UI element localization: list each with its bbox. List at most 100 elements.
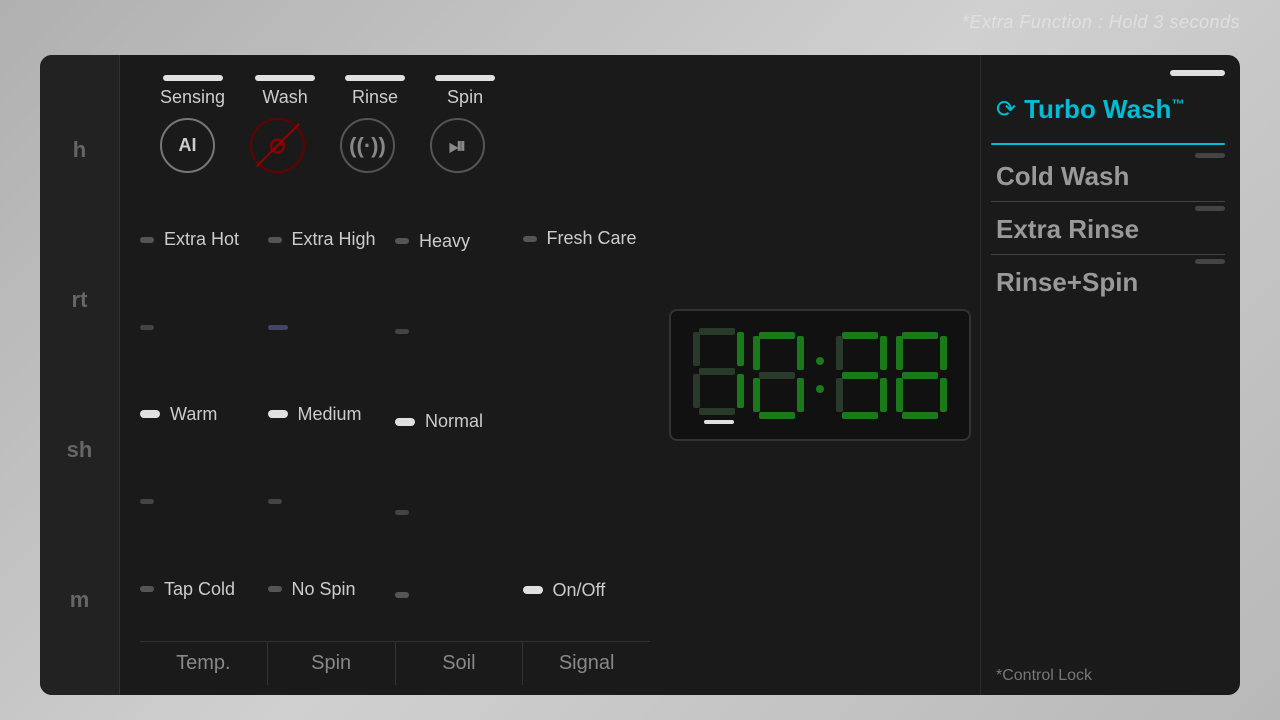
d2-seg-top <box>759 332 795 339</box>
normal-dot <box>395 418 415 426</box>
heavy-label: Heavy <box>419 231 470 252</box>
ai-button[interactable]: AI <box>160 118 215 173</box>
spin-no-spin[interactable]: No Spin <box>268 575 396 604</box>
soil-column: Heavy Normal <box>395 188 523 641</box>
pause-button[interactable]: ⏯ <box>430 118 485 173</box>
soil-normal[interactable]: Normal <box>395 407 523 436</box>
d2-seg-mid <box>759 372 795 379</box>
cold-wash-option[interactable]: Cold Wash <box>991 153 1225 192</box>
turbo-wash-label: Turbo Wash™ <box>1024 94 1184 125</box>
pause-icon: ⏯ <box>449 133 467 159</box>
left-crop-rt: rt <box>72 287 88 313</box>
heavy-dot <box>395 238 409 244</box>
warm-dot <box>140 410 160 418</box>
signal-empty <box>523 394 651 434</box>
digital-display <box>669 309 971 441</box>
outer-frame: *Extra Function : Hold 3 seconds h rt sh… <box>0 0 1280 720</box>
d3-seg-top <box>842 332 878 339</box>
no-steam-button[interactable]: ⊘ <box>250 118 305 173</box>
signal-bottom-label[interactable]: Signal <box>523 642 650 685</box>
extra-rinse-option[interactable]: Extra Rinse <box>991 206 1225 245</box>
on-off-label: On/Off <box>553 580 606 601</box>
top-right-indicator <box>1170 70 1225 76</box>
right-panel: ⟳ Turbo Wash™ Cold Wash <box>980 55 1240 695</box>
d4-seg-bl <box>896 378 903 412</box>
wash-bar <box>255 75 315 81</box>
spin-extra-high[interactable]: Extra High <box>268 225 396 254</box>
control-panel: h rt sh m Sensing Wash <box>40 55 1240 695</box>
d4-seg-mid <box>902 372 938 379</box>
cold-wash-top <box>991 153 1225 158</box>
soil-heavy[interactable]: Heavy <box>395 227 523 256</box>
d1-seg-tl <box>693 332 700 366</box>
icons-row: AI ⊘ ((·)) ⏯ <box>140 118 650 173</box>
medium-dot <box>268 410 288 418</box>
turbo-wash-section[interactable]: ⟳ Turbo Wash™ <box>991 84 1225 135</box>
d4-seg-tr <box>940 336 947 370</box>
d1-seg-mid <box>699 368 735 375</box>
cold-wash-label: Cold Wash <box>991 161 1225 192</box>
temp-column: Extra Hot Warm Tap Cold <box>140 188 268 641</box>
control-lock-note: *Control Lock <box>991 664 1097 687</box>
extra-rinse-indicator <box>1195 206 1225 211</box>
stage-indicators: Sensing Wash Rinse Spin <box>140 75 650 108</box>
temp-extra-hot[interactable]: Extra Hot <box>140 225 268 254</box>
soil-spacer-1 <box>395 329 409 334</box>
digital-display-section <box>660 55 980 695</box>
signal-on-off[interactable]: On/Off <box>523 576 651 605</box>
signal-fresh-care[interactable]: Fresh Care <box>523 224 651 253</box>
temp-warm[interactable]: Warm <box>140 400 268 429</box>
spin-bar <box>435 75 495 81</box>
d3-seg-mid <box>842 372 878 379</box>
left-crop-h: h <box>73 137 86 163</box>
soil-light[interactable] <box>395 588 523 602</box>
rinse-bar <box>345 75 405 81</box>
wifi-button[interactable]: ((·)) <box>340 118 395 173</box>
temp-tap-cold[interactable]: Tap Cold <box>140 575 268 604</box>
controls-section: Sensing Wash Rinse Spin <box>120 55 660 695</box>
colon-bot-dot <box>816 385 824 393</box>
d1-seg-bl <box>693 374 700 408</box>
fresh-care-dot <box>523 236 537 242</box>
soil-bottom-label[interactable]: Soil <box>396 642 524 685</box>
options-grid: Extra Hot Warm Tap Cold <box>140 188 650 641</box>
d2-seg-tr <box>797 336 804 370</box>
rinse-spin-indicator <box>1195 259 1225 264</box>
no-steam-slash <box>256 123 300 167</box>
stage-wash: Wash <box>255 75 315 108</box>
rinse-spin-option[interactable]: Rinse+Spin <box>991 259 1225 298</box>
rinse-spin-label: Rinse+Spin <box>991 267 1225 298</box>
spin-spacer-2 <box>268 499 282 504</box>
spin-label: Spin <box>447 87 483 108</box>
left-edge-panel: h rt sh m <box>40 55 120 695</box>
top-right-bar <box>991 70 1225 76</box>
spin-medium[interactable]: Medium <box>268 400 396 429</box>
digit-1-underscore <box>704 420 734 424</box>
d2-seg-bl <box>753 378 760 412</box>
colon-top-dot <box>816 357 824 365</box>
extra-hot-label: Extra Hot <box>164 229 239 250</box>
spin-spacer-1 <box>268 325 288 330</box>
d4-seg-br <box>940 378 947 412</box>
fresh-care-label: Fresh Care <box>547 228 637 249</box>
left-crop-m: m <box>70 587 90 613</box>
digit-1-wrapper <box>691 326 746 424</box>
spin-bottom-label[interactable]: Spin <box>268 642 396 685</box>
cold-wash-indicator <box>1195 153 1225 158</box>
d3-seg-tl <box>836 336 843 370</box>
cold-wash-divider <box>991 201 1225 202</box>
extra-rinse-label: Extra Rinse <box>991 214 1225 245</box>
left-crop-sh: sh <box>67 437 93 463</box>
temp-label[interactable]: Temp. <box>140 642 268 685</box>
warm-label: Warm <box>170 404 217 425</box>
temp-spacer-2 <box>140 499 154 504</box>
normal-label: Normal <box>425 411 483 432</box>
medium-label: Medium <box>298 404 362 425</box>
digit-4-wrapper <box>894 330 949 420</box>
no-spin-dot <box>268 586 282 592</box>
d1-seg-top <box>699 328 735 335</box>
digit-1 <box>691 326 746 416</box>
main-content: Sensing Wash Rinse Spin <box>120 55 1240 695</box>
extra-rinse-divider <box>991 254 1225 255</box>
spin-column: Extra High Medium No Spin <box>268 188 396 641</box>
